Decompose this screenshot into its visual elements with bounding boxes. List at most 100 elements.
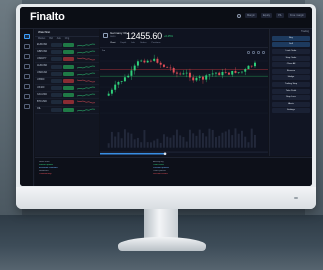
volume-bar bbox=[214, 137, 217, 148]
volume-bar bbox=[192, 133, 195, 148]
watchlist-row[interactable]: BTCUSD bbox=[35, 99, 99, 107]
watchlist-symbol: UK100 bbox=[37, 85, 45, 89]
order-action-button[interactable]: Limit Order bbox=[272, 49, 310, 55]
bid-button[interactable] bbox=[51, 71, 62, 76]
candle-body bbox=[208, 74, 211, 76]
order-action-button[interactable]: Alerts bbox=[272, 101, 310, 107]
watchlist-row[interactable]: EURUSD bbox=[35, 42, 99, 50]
tab-depth[interactable]: Depth bbox=[120, 42, 126, 45]
bid-button[interactable] bbox=[51, 64, 62, 69]
volume-bar bbox=[146, 142, 149, 148]
volume-bar bbox=[227, 129, 230, 148]
watchlist-symbol: USDJPY bbox=[37, 56, 47, 60]
tab-positions[interactable]: Positions bbox=[152, 42, 161, 45]
bid-button[interactable] bbox=[51, 42, 62, 47]
monitor-chin bbox=[16, 187, 316, 209]
ask-button[interactable] bbox=[63, 71, 74, 76]
order-action-button[interactable]: Hedge bbox=[272, 75, 310, 81]
nav-rail bbox=[20, 29, 34, 186]
candle-body bbox=[247, 65, 250, 70]
order-action-button[interactable]: Close All bbox=[272, 62, 310, 68]
free-margin-readout: Free margin bbox=[288, 13, 306, 19]
watchlist-row[interactable]: USDJPY bbox=[35, 56, 99, 64]
watchlist-row[interactable]: XAUUSD bbox=[35, 92, 99, 100]
ask-button[interactable] bbox=[63, 57, 74, 62]
chart-nav-icon[interactable] bbox=[23, 44, 30, 49]
candle-body bbox=[140, 60, 143, 62]
watchlist-col-bid[interactable]: Bid bbox=[49, 37, 52, 41]
volume-bar bbox=[172, 135, 175, 148]
tab-info[interactable]: Info bbox=[131, 42, 135, 45]
candle-body bbox=[136, 61, 139, 66]
candle-body bbox=[211, 73, 214, 75]
order-action-button[interactable]: Settings bbox=[272, 108, 310, 114]
ask-button[interactable] bbox=[63, 50, 74, 55]
volume-bar bbox=[130, 133, 133, 148]
order-action-button[interactable]: Stop Order bbox=[272, 55, 310, 61]
candle-body bbox=[231, 70, 234, 75]
watchlist-col-chg[interactable]: Chg bbox=[65, 37, 69, 41]
candle-body bbox=[130, 70, 133, 76]
ask-button[interactable] bbox=[63, 93, 74, 98]
sparkline bbox=[77, 86, 95, 90]
watchlist-row[interactable]: AUDUSD bbox=[35, 63, 99, 71]
tab-orders[interactable]: Orders bbox=[140, 42, 147, 45]
bid-button[interactable] bbox=[51, 100, 62, 105]
ask-button[interactable] bbox=[63, 78, 74, 83]
monitor: Finalto Margin Equity P/L Free margin Wa… bbox=[16, 4, 316, 209]
bid-button[interactable] bbox=[51, 78, 62, 83]
volume-bar bbox=[231, 135, 234, 148]
bid-button[interactable] bbox=[51, 86, 62, 91]
watchlist-row[interactable]: OIL bbox=[35, 107, 99, 114]
candle-body bbox=[195, 77, 198, 81]
order-action-button[interactable]: Stop Loss bbox=[272, 95, 310, 101]
volume-bar bbox=[247, 142, 250, 148]
calendar-nav-icon[interactable] bbox=[23, 84, 30, 89]
bid-button[interactable] bbox=[51, 50, 62, 55]
order-action-button[interactable]: Take Profit bbox=[272, 88, 310, 94]
watchlist-nav-icon[interactable] bbox=[23, 34, 30, 39]
volume-bar bbox=[195, 135, 198, 148]
watchlist-col-ask[interactable]: Ask bbox=[57, 37, 61, 41]
candle-body bbox=[185, 72, 188, 74]
share-icon[interactable] bbox=[236, 13, 241, 18]
candle-body bbox=[218, 72, 221, 76]
volume-bar bbox=[153, 140, 156, 148]
volume-bar bbox=[240, 130, 243, 148]
order-action-button[interactable]: Reverse bbox=[272, 68, 310, 74]
bid-button[interactable] bbox=[51, 107, 62, 112]
watchlist-col-market[interactable]: Market bbox=[38, 37, 45, 41]
order-action-button[interactable]: Buy bbox=[272, 35, 310, 41]
volume-bar bbox=[136, 137, 139, 148]
ask-button[interactable] bbox=[63, 86, 74, 91]
ask-button[interactable] bbox=[63, 107, 74, 112]
order-action-button[interactable]: Sell bbox=[272, 42, 310, 48]
pnl-readout: P/L bbox=[276, 13, 285, 19]
bid-button[interactable] bbox=[51, 93, 62, 98]
orders-nav-icon[interactable] bbox=[23, 54, 30, 59]
brand-logo: Finalto bbox=[30, 11, 65, 23]
ask-button[interactable] bbox=[63, 42, 74, 47]
account-nav-icon[interactable] bbox=[23, 94, 30, 99]
order-action-button[interactable]: Trailing Stop bbox=[272, 82, 310, 88]
watchlist-symbol: GBPUSD bbox=[37, 49, 48, 53]
news-nav-icon[interactable] bbox=[23, 74, 30, 79]
watchlist-row[interactable]: US500 bbox=[35, 78, 99, 85]
watchlist-title: Watchlist bbox=[35, 29, 99, 37]
bid-button[interactable] bbox=[51, 57, 62, 62]
watchlist-row[interactable]: UK100 bbox=[35, 85, 99, 93]
positions-nav-icon[interactable] bbox=[23, 64, 30, 69]
ask-button[interactable] bbox=[63, 100, 74, 105]
ask-button[interactable] bbox=[63, 64, 74, 69]
volume-bar bbox=[179, 135, 182, 148]
watchlist-row[interactable]: USDCAD bbox=[35, 71, 99, 78]
candle-body bbox=[107, 93, 110, 96]
settings-nav-icon[interactable] bbox=[23, 104, 30, 109]
tab-chart[interactable]: Chart bbox=[110, 42, 115, 45]
watchlist-row[interactable]: GBPUSD bbox=[35, 49, 99, 57]
candle-body bbox=[188, 72, 191, 78]
watchlist-symbol: USDCAD bbox=[37, 71, 48, 75]
candle-body bbox=[149, 60, 152, 62]
candlestick-chart[interactable] bbox=[100, 48, 268, 162]
watchlist-rows: EURUSD GBPUSD USDJPY AUDUSD USDCAD US500 UK100… bbox=[35, 42, 99, 114]
